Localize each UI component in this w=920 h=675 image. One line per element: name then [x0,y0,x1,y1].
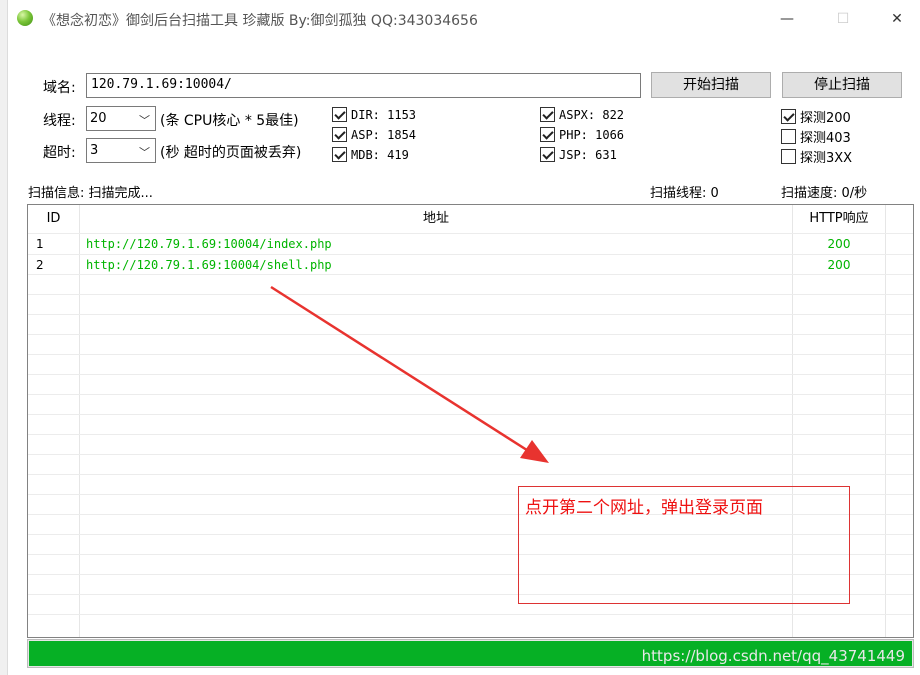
probe-checkbox-200[interactable]: 探测200 [781,107,851,126]
dict-label: MDB: 419 [351,147,409,162]
dict-checkbox-jsp[interactable]: JSP: 631 [540,147,617,162]
domain-label: 域名: [43,80,76,96]
row-divider [28,354,913,355]
left-edge-strip [0,0,8,675]
dict-label: ASPX: 822 [559,107,625,122]
column-header-address[interactable]: 地址 [80,205,792,233]
probe-label: 探测3XX [800,151,853,166]
row-divider [28,614,913,615]
timeout-label: 超时: [43,145,76,161]
close-button[interactable]: ✕ [874,4,920,34]
table-row-url[interactable]: http://120.79.1.69:10004/shell.php [86,258,332,272]
threads-label: 线程: [43,113,76,129]
table-row-id[interactable]: 1 [36,237,44,251]
probe-checkbox-3xx[interactable]: 探测3XX [781,147,852,166]
row-divider [28,374,913,375]
annotation-box: 点开第二个网址，弹出登录页面 [518,486,850,604]
window-title: 《想念初恋》御剑后台扫描工具 珍藏版 By:御剑孤独 QQ:343034656 [42,13,478,29]
checkbox-checked-icon [332,147,347,162]
dict-checkbox-aspx[interactable]: ASPX: 822 [540,107,624,122]
dict-checkbox-php[interactable]: PHP: 1066 [540,127,624,142]
dict-checkbox-asp[interactable]: ASP: 1854 [332,127,416,142]
scan-speed-status: 扫描速度: 0/秒 [781,186,868,201]
scan-info-status: 扫描信息: 扫描完成... [28,186,153,201]
start-scan-button[interactable]: 开始扫描 [651,72,771,98]
row-divider [28,334,913,335]
watermark-text: https://blog.csdn.net/qq_43741449 [641,647,905,665]
checkbox-checked-icon [540,147,555,162]
probe-label: 探测200 [800,111,851,126]
dict-label: ASP: 1854 [351,127,417,142]
dict-label: JSP: 631 [559,147,617,162]
table-row-status[interactable]: 200 [793,237,885,251]
row-divider [28,294,913,295]
row-divider [28,414,913,415]
maximize-button[interactable]: ☐ [820,4,866,34]
table-row-status[interactable]: 200 [793,258,885,272]
timeout-select[interactable]: 3 ﹀ [86,138,156,163]
threads-hint: (条 CPU核心 * 5最佳) [160,113,299,129]
minimize-button[interactable]: — [764,4,810,34]
probe-label: 探测403 [800,131,851,146]
timeout-hint: (秒 超时的页面被丢弃) [160,145,302,161]
checkbox-checked-icon [540,127,555,142]
column-header-id[interactable]: ID [28,205,79,233]
dict-checkbox-mdb[interactable]: MDB: 419 [332,147,409,162]
threads-select[interactable]: 20 ﹀ [86,106,156,131]
table-row-id[interactable]: 2 [36,258,44,272]
checkbox-checked-icon [781,109,796,124]
checkbox-checked-icon [332,127,347,142]
checkbox-unchecked-icon [781,149,796,164]
checkbox-unchecked-icon [781,129,796,144]
domain-input[interactable]: 120.79.1.69:10004/ [86,73,641,98]
timeout-value: 3 [90,143,99,158]
row-divider [28,454,913,455]
app-icon [17,10,33,26]
row-divider [28,434,913,435]
scan-progress-bar: https://blog.csdn.net/qq_43741449 [27,639,914,668]
row-divider [28,233,913,234]
annotation-text: 点开第二个网址，弹出登录页面 [525,498,763,518]
checkbox-checked-icon [540,107,555,122]
scan-threads-status: 扫描线程: 0 [650,186,719,201]
row-divider [28,314,913,315]
dict-checkbox-dir[interactable]: DIR: 1153 [332,107,416,122]
dict-label: PHP: 1066 [559,127,625,142]
row-divider [28,274,913,275]
table-row-url[interactable]: http://120.79.1.69:10004/index.php [86,237,332,251]
checkbox-checked-icon [332,107,347,122]
row-divider [28,394,913,395]
column-header-http-response[interactable]: HTTP响应 [793,205,885,233]
chevron-down-icon: ﹀ [139,114,150,127]
chevron-down-icon: ﹀ [139,146,150,159]
row-divider [28,254,913,255]
title-bar: 《想念初恋》御剑后台扫描工具 珍藏版 By:御剑孤独 QQ:343034656 … [8,0,920,38]
stop-scan-button[interactable]: 停止扫描 [782,72,902,98]
threads-value: 20 [90,111,107,126]
dict-label: DIR: 1153 [351,107,417,122]
probe-checkbox-403[interactable]: 探测403 [781,127,851,146]
row-divider [28,474,913,475]
